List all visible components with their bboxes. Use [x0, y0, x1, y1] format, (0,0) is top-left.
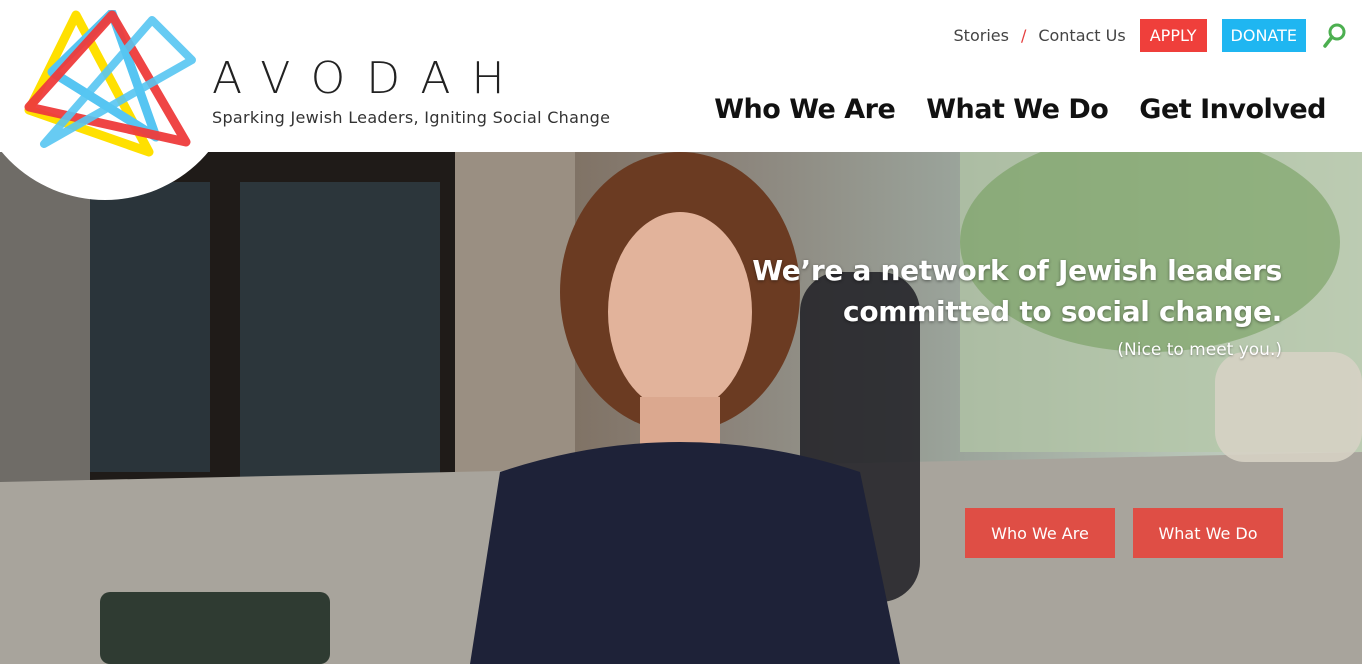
hero-headline-line1: We’re a network of Jewish leaders: [752, 254, 1282, 287]
hero-headline-line2: committed to social change.: [843, 295, 1282, 328]
nav-what-we-do[interactable]: What We Do: [926, 94, 1109, 125]
hero-banner: We’re a network of Jewish leaders commit…: [0, 152, 1362, 664]
search-icon[interactable]: [1322, 22, 1348, 50]
brand-name[interactable]: AVODAH: [212, 57, 526, 101]
brand-tagline: Sparking Jewish Leaders, Igniting Social…: [212, 108, 611, 127]
stories-link[interactable]: Stories: [954, 26, 1009, 45]
nav-get-involved[interactable]: Get Involved: [1139, 94, 1326, 125]
hero-what-we-do-button[interactable]: What We Do: [1133, 508, 1283, 558]
hero-subtext: (Nice to meet you.): [1117, 340, 1282, 360]
hero-headline: We’re a network of Jewish leaders commit…: [752, 250, 1282, 332]
apply-button[interactable]: APPLY: [1139, 19, 1207, 52]
contact-us-link[interactable]: Contact Us: [1038, 26, 1125, 45]
main-nav: Who We Are What We Do Get Involved: [714, 94, 1326, 125]
utility-separator: /: [1020, 26, 1027, 45]
donate-button[interactable]: DONATE: [1221, 19, 1306, 52]
site-header: AVODAH Sparking Jewish Leaders, Igniting…: [0, 0, 1362, 200]
hero-photo: [0, 152, 1362, 664]
hero-who-we-are-button[interactable]: Who We Are: [965, 508, 1115, 558]
nav-who-we-are[interactable]: Who We Are: [714, 94, 896, 125]
utility-nav: Stories / Contact Us APPLY DONATE: [954, 19, 1362, 52]
star-of-david-logo-icon[interactable]: [24, 10, 204, 170]
